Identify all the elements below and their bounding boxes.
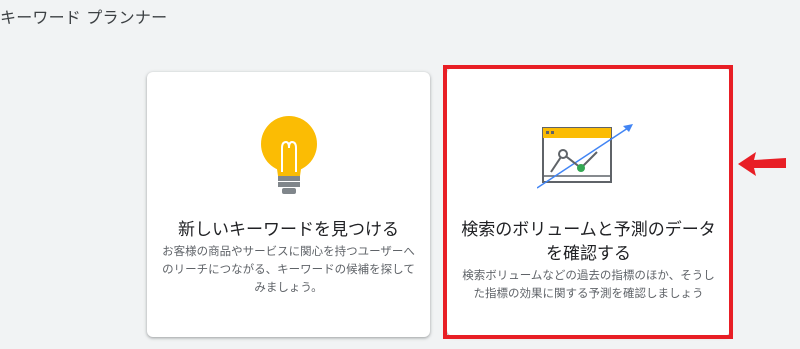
discover-keywords-title: 新しいキーワードを見つける [178, 220, 399, 240]
forecast-card[interactable]: 検索のボリュームと予測のデータを確認する 検索ボリュームなどの過去の指標のほか、… [447, 68, 730, 336]
discover-keywords-description: お客様の商品やサービスに関心を持つユーザーへのリーチにつながる、キーワードの候補… [162, 244, 415, 294]
page-title: キーワード プランナー [0, 8, 168, 27]
pointer-arrow-icon [738, 152, 786, 176]
lightbulb-icon [260, 116, 317, 194]
forecast-title: 検索のボリュームと予測のデータを確認する [461, 220, 716, 264]
forecast-chart-icon [536, 124, 633, 189]
discover-keywords-card[interactable]: 新しいキーワードを見つける お客様の商品やサービスに関心を持つユーザーへのリーチ… [147, 72, 430, 337]
forecast-description: 検索ボリュームなどの過去の指標のほか、そうした指標の効果に関する予測を確認しまし… [462, 268, 715, 300]
